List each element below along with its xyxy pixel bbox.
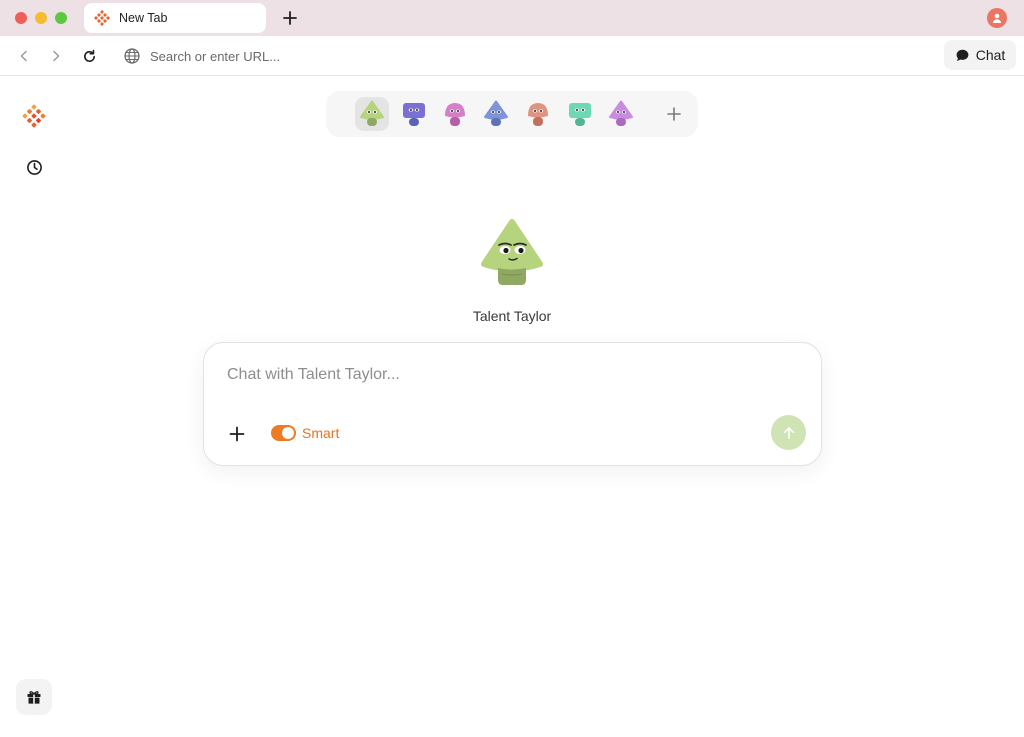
smart-toggle[interactable] [271,425,296,441]
new-tab-button[interactable] [278,6,302,30]
agent-avatar-icon [445,103,465,126]
reload-icon [83,49,95,62]
close-window-button[interactable] [15,12,27,24]
smart-label: Smart [302,425,340,441]
tab-title: New Tab [119,11,168,25]
plus-icon [283,11,297,25]
agent-picker [326,91,698,137]
agent-2[interactable] [397,97,431,131]
maximize-window-button[interactable] [55,12,67,24]
chevron-right-icon [53,50,60,62]
agent-avatar-icon [569,103,591,126]
profile-button[interactable] [987,8,1007,28]
chat-button[interactable]: Chat [944,40,1016,70]
chat-button-label: Chat [975,47,1006,63]
agent-avatar-icon [360,100,384,126]
reload-button[interactable] [77,44,101,68]
toggle-knob [282,427,294,439]
agent-5[interactable] [521,97,555,131]
forward-button[interactable] [44,44,68,68]
add-agent-button[interactable] [662,102,686,126]
app-logo[interactable] [22,104,46,128]
agent-name: Talent Taylor [472,308,552,324]
browser-toolbar: Chat [0,36,1024,76]
chat-input[interactable] [227,361,787,389]
url-input[interactable] [150,48,750,64]
globe-icon [123,47,141,65]
agent-avatar-icon [528,103,548,126]
minimize-window-button[interactable] [35,12,47,24]
agent-7[interactable] [604,97,638,131]
logo-icon [22,104,46,128]
tab-new-tab[interactable]: New Tab [84,3,266,33]
agent-avatar-icon [609,100,633,126]
address-bar[interactable] [120,42,820,70]
clock-icon [26,159,42,175]
agent-avatar-icon [403,103,425,126]
agent-avatar-icon [484,100,508,126]
plus-icon [229,426,245,442]
user-icon [992,13,1002,23]
chat-composer: Smart [203,342,822,466]
attach-button[interactable] [225,422,249,446]
agent-avatar [478,218,546,288]
history-button[interactable] [22,155,46,179]
agent-3[interactable] [438,97,472,131]
chevron-left-icon [20,50,27,62]
back-button[interactable] [12,44,36,68]
gift-button[interactable] [16,679,52,715]
plus-icon [667,107,681,121]
arrow-up-icon [783,426,794,439]
agent-talent-taylor[interactable] [355,97,389,131]
title-bar: New Tab [0,0,1024,36]
logo-icon [94,10,110,26]
agent-4[interactable] [479,97,513,131]
send-button[interactable] [771,415,806,450]
chat-bubble-icon [956,49,969,61]
gift-icon [27,691,41,704]
agent-6[interactable] [563,97,597,131]
